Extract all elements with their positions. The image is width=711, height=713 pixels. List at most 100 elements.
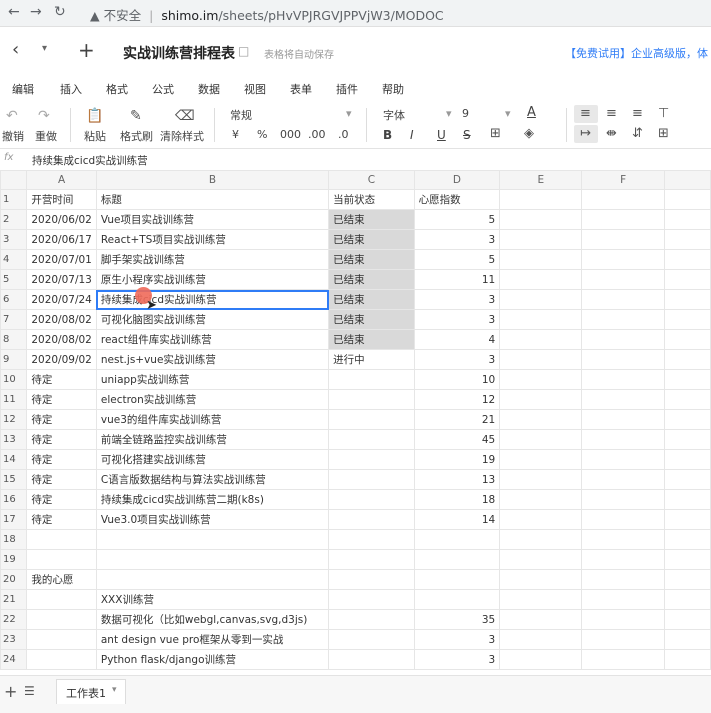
cell-d[interactable]: 5 (413, 209, 501, 230)
cell-f[interactable] (581, 589, 665, 610)
cell-c[interactable]: 已结束 (328, 209, 415, 230)
cell-f[interactable] (581, 529, 665, 550)
cell-f[interactable] (581, 489, 665, 510)
column-header-f[interactable]: F (581, 170, 665, 190)
menu-data[interactable]: 数据 (198, 81, 220, 97)
cell-f[interactable] (581, 629, 665, 650)
cell-b[interactable]: React+TS项目实战训练营 (95, 229, 330, 250)
cell-c[interactable]: 进行中 (328, 349, 415, 370)
cell-a[interactable]: 2020/08/02 (26, 329, 97, 350)
column-header-e[interactable]: E (499, 170, 583, 190)
cell-f[interactable] (581, 229, 665, 250)
column-header-c[interactable]: C (328, 170, 415, 190)
cell-f[interactable] (581, 189, 665, 210)
cell-b[interactable]: 可视化脑图实战训练营 (95, 309, 330, 330)
cell-g[interactable] (663, 389, 711, 410)
cell-c[interactable]: 已结束 (328, 269, 415, 290)
cell-e[interactable] (499, 649, 583, 670)
cell-d[interactable]: 3 (413, 349, 501, 370)
cell-f[interactable] (581, 649, 665, 670)
url-host[interactable]: shimo.im (161, 8, 218, 23)
cell-g[interactable] (663, 489, 711, 510)
cell-c[interactable] (328, 569, 415, 590)
cell-e[interactable] (499, 629, 583, 650)
cell-c[interactable] (328, 469, 415, 490)
cell-c[interactable] (328, 429, 415, 450)
cell-e[interactable] (499, 509, 583, 530)
format-painter-button[interactable]: 格式刷 (120, 128, 153, 144)
redo-icon[interactable]: ↷ (38, 108, 50, 124)
cell-g[interactable] (663, 629, 711, 650)
cell-f[interactable] (581, 609, 665, 630)
cell-f[interactable] (581, 329, 665, 350)
align-center-icon[interactable]: ≡ (606, 106, 617, 121)
cell-e[interactable] (499, 389, 583, 410)
cell-d[interactable]: 3 (413, 649, 501, 670)
cell-f[interactable] (581, 369, 665, 390)
cell-e[interactable] (499, 429, 583, 450)
row-header[interactable]: 14 (0, 449, 28, 470)
font-select[interactable]: 字体 (383, 107, 405, 123)
cell-b[interactable]: vue3的组件库实战训练营 (95, 409, 330, 430)
cell-e[interactable] (499, 269, 583, 290)
chevron-down-icon[interactable]: ▾ (112, 685, 117, 695)
cell-a[interactable] (26, 629, 97, 650)
promo-link[interactable]: 【免费试用】企业高级版，体 (565, 45, 708, 61)
cell-e[interactable] (499, 569, 583, 590)
font-color-button[interactable]: A (527, 105, 536, 120)
cell-b[interactable]: C语言版数据结构与算法实战训练营 (95, 469, 330, 490)
cell-f[interactable] (581, 429, 665, 450)
row-header[interactable]: 3 (0, 229, 28, 250)
cell-b[interactable] (95, 529, 330, 550)
cell-a[interactable] (26, 649, 97, 670)
cell-e[interactable] (499, 549, 583, 570)
cell-c[interactable] (328, 549, 415, 570)
url-path[interactable]: /sheets/pHvVPJRGVJPPVjW3/MODOC (218, 8, 443, 23)
cell-d[interactable]: 11 (413, 269, 501, 290)
cell-e[interactable] (499, 229, 583, 250)
cell-b[interactable]: 脚手架实战训练营 (95, 249, 330, 270)
cell-f[interactable] (581, 309, 665, 330)
cell-b[interactable]: react组件库实战训练营 (95, 329, 330, 350)
paste-button[interactable]: 粘贴 (84, 128, 106, 144)
bookmark-icon[interactable]: □ (238, 44, 249, 58)
cell-c[interactable] (328, 389, 415, 410)
cell-c[interactable]: 已结束 (328, 309, 415, 330)
menu-help[interactable]: 帮助 (382, 81, 404, 97)
cell-f[interactable] (581, 409, 665, 430)
cell-e[interactable] (499, 189, 583, 210)
cell-e[interactable] (499, 249, 583, 270)
cell-g[interactable] (663, 269, 711, 290)
cell-f[interactable] (581, 509, 665, 530)
row-height-icon[interactable]: ⇵ (632, 126, 643, 141)
redo-button[interactable]: 重做 (35, 128, 57, 144)
eraser-icon[interactable]: ⌫ (175, 108, 195, 124)
security-label[interactable]: 不安全 (104, 8, 142, 23)
row-header[interactable]: 15 (0, 469, 28, 490)
row-header[interactable]: 11 (0, 389, 28, 410)
add-button[interactable]: + (78, 38, 95, 62)
cell-d[interactable]: 3 (413, 309, 501, 330)
cell-c[interactable]: 当前状态 (328, 189, 415, 210)
cell-d[interactable]: 21 (413, 409, 501, 430)
cell-c[interactable] (328, 589, 415, 610)
menu-form[interactable]: 表单 (290, 81, 312, 97)
increase-decimal-button[interactable]: .0 (338, 128, 349, 141)
cell-a[interactable]: 我的心愿 (26, 569, 97, 590)
sheet-list-icon[interactable]: ☰ (24, 684, 35, 698)
row-header[interactable]: 17 (0, 509, 28, 530)
chevron-down-icon[interactable]: ▾ (446, 107, 452, 120)
row-header[interactable]: 21 (0, 589, 28, 610)
cell-b[interactable]: 前端全链路监控实战训练营 (95, 429, 330, 450)
undo-icon[interactable]: ↶ (6, 108, 18, 124)
warning-icon[interactable]: ▲ (90, 8, 100, 23)
row-header[interactable]: 22 (0, 609, 28, 630)
italic-button[interactable]: I (410, 128, 414, 142)
cell-g[interactable] (663, 429, 711, 450)
cell-b[interactable]: 持续集成cicd实战训练营 (95, 289, 330, 310)
cell-e[interactable] (499, 349, 583, 370)
cell-b[interactable]: ant design vue pro框架从零到一实战 (95, 629, 330, 650)
cell-c[interactable]: 已结束 (328, 229, 415, 250)
cell-d[interactable]: 3 (413, 629, 501, 650)
cell-f[interactable] (581, 569, 665, 590)
